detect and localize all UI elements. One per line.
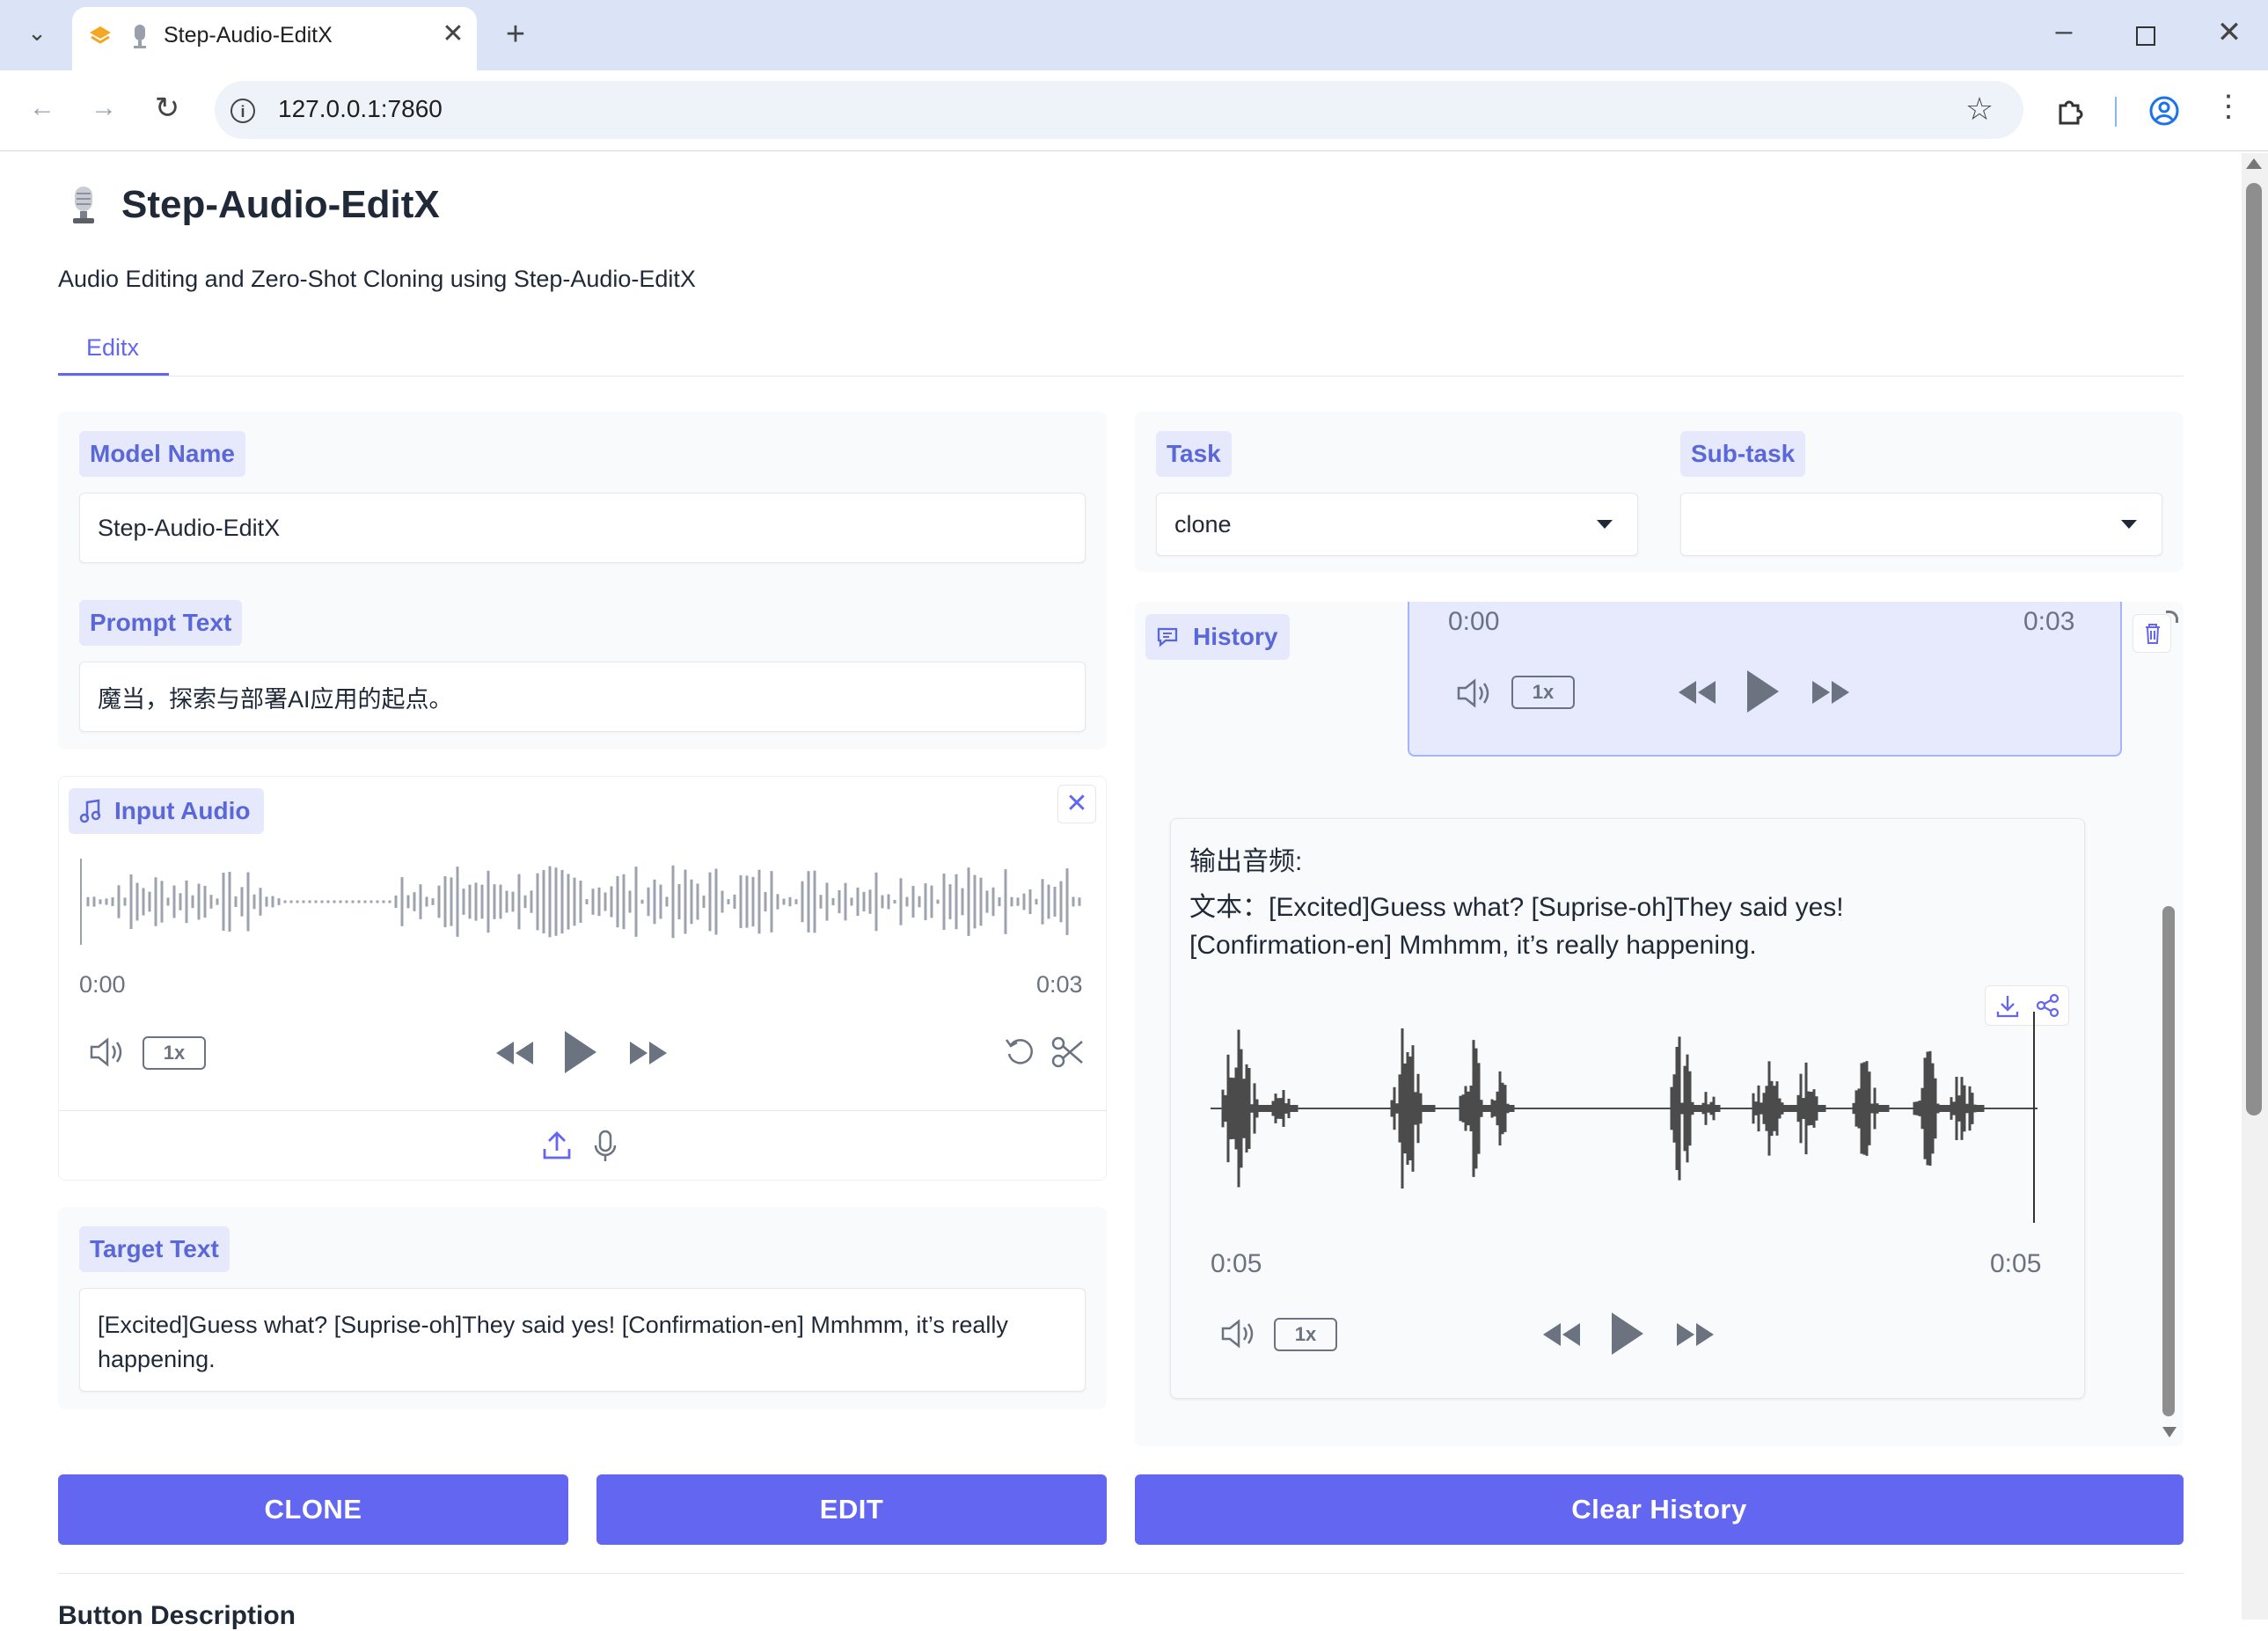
footer-divider bbox=[58, 1573, 2184, 1574]
input-time-end: 0:03 bbox=[1036, 971, 1083, 998]
history-prev-time-end: 0:03 bbox=[2023, 607, 2075, 636]
clone-button[interactable]: CLONE bbox=[58, 1474, 568, 1545]
output-volume-icon[interactable] bbox=[1219, 1316, 1258, 1351]
extensions-icon[interactable] bbox=[2055, 97, 2083, 125]
output-play-icon[interactable] bbox=[1608, 1309, 1647, 1358]
app-mic-icon bbox=[69, 185, 99, 225]
close-window-icon[interactable]: ✕ bbox=[2212, 18, 2247, 53]
clear-audio-button[interactable]: ✕ bbox=[1057, 785, 1096, 823]
forward-icon[interactable]: → bbox=[86, 95, 121, 130]
button-description-heading: Button Description bbox=[58, 1601, 296, 1630]
reload-icon[interactable]: ↻ bbox=[150, 93, 185, 128]
output-title: 输出音频: bbox=[1189, 847, 1303, 876]
page-scrollbar-thumb[interactable] bbox=[2246, 183, 2262, 1115]
clear-history-button[interactable]: Clear History bbox=[1135, 1474, 2184, 1545]
site-info-icon[interactable]: i bbox=[230, 99, 255, 123]
history-scroll-down-icon[interactable] bbox=[2162, 1427, 2177, 1437]
prompt-text-field[interactable]: 魔当，探索与部署AI应用的起点。 bbox=[79, 662, 1086, 732]
history-prev-play-icon[interactable] bbox=[1744, 667, 1782, 716]
url-text[interactable]: 127.0.0.1:7860 bbox=[278, 95, 443, 123]
tab-title: Step-Audio-EditX bbox=[164, 23, 333, 48]
subtask-dropdown[interactable] bbox=[1680, 493, 2162, 556]
rewind-icon[interactable] bbox=[494, 1038, 535, 1068]
history-prev-volume-icon[interactable] bbox=[1455, 676, 1494, 711]
task-label: Task bbox=[1156, 431, 1232, 477]
tab-mic-icon bbox=[130, 23, 150, 49]
target-text-value: [Excited]Guess what? [Suprise-oh]They sa… bbox=[98, 1312, 1008, 1372]
subtask-dropdown-arrow-icon bbox=[2121, 520, 2137, 529]
history-prev-fast-forward-icon[interactable] bbox=[1811, 677, 1851, 707]
undo-icon[interactable] bbox=[1003, 1035, 1038, 1070]
model-name-label: Model Name bbox=[79, 431, 245, 477]
task-selected-value: clone bbox=[1174, 510, 1232, 538]
history-prev-speed-button[interactable]: 1x bbox=[1511, 676, 1575, 709]
microphone-icon[interactable] bbox=[591, 1130, 619, 1163]
scroll-up-arrow-icon[interactable] bbox=[2246, 158, 2262, 169]
play-icon[interactable] bbox=[561, 1028, 600, 1077]
music-note-icon bbox=[79, 799, 102, 823]
task-dropdown[interactable]: clone bbox=[1156, 493, 1638, 556]
toolbar-divider bbox=[2115, 97, 2117, 127]
subtask-label: Sub-task bbox=[1680, 431, 1806, 477]
input-time-start: 0:00 bbox=[79, 971, 126, 998]
history-prev-rewind-icon[interactable] bbox=[1677, 677, 1717, 707]
input-audio-label: Input Audio bbox=[114, 797, 251, 824]
close-tab-icon[interactable]: ✕ bbox=[440, 21, 466, 48]
bookmark-star-icon[interactable]: ☆ bbox=[1962, 93, 1997, 128]
back-icon[interactable]: ← bbox=[25, 95, 60, 130]
output-text-line1: 文本：[Excited]Guess what? [Suprise-oh]They… bbox=[1189, 893, 1844, 922]
output-fast-forward-icon[interactable] bbox=[1675, 1320, 1716, 1349]
more-menu-icon[interactable]: ⋮ bbox=[2213, 91, 2243, 130]
target-text-field[interactable]: [Excited]Guess what? [Suprise-oh]They sa… bbox=[79, 1288, 1086, 1392]
model-name-field[interactable]: Step-Audio-EditX bbox=[79, 493, 1086, 563]
input-waveform bbox=[80, 859, 1081, 945]
fast-forward-icon[interactable] bbox=[628, 1038, 669, 1068]
maximize-icon[interactable] bbox=[2136, 26, 2155, 46]
input-audio-panel bbox=[58, 776, 1107, 1181]
chat-icon bbox=[1156, 626, 1179, 647]
audio-source-divider bbox=[58, 1110, 1107, 1111]
volume-icon[interactable] bbox=[88, 1035, 127, 1070]
output-time-start: 0:05 bbox=[1211, 1249, 1262, 1278]
output-time-end: 0:05 bbox=[1990, 1249, 2042, 1278]
output-waveform bbox=[1211, 1012, 2038, 1223]
tab-favicon-icon bbox=[88, 25, 113, 48]
tabs-divider bbox=[58, 376, 2184, 377]
history-scrollbar-thumb[interactable] bbox=[2162, 906, 2175, 1416]
tab-search-icon[interactable]: ⌄ bbox=[18, 21, 56, 53]
edit-button[interactable]: EDIT bbox=[596, 1474, 1107, 1545]
input-speed-button[interactable]: 1x bbox=[143, 1036, 206, 1070]
output-text-line2: [Confirmation-en] Mmhmm, it’s really hap… bbox=[1189, 931, 1757, 960]
target-text-label: Target Text bbox=[79, 1226, 230, 1272]
page-title: Step-Audio-EditX bbox=[121, 183, 440, 226]
scissors-icon[interactable] bbox=[1050, 1035, 1086, 1070]
address-bar[interactable] bbox=[215, 81, 2023, 139]
minimize-icon[interactable]: – bbox=[2046, 16, 2081, 51]
output-speed-button[interactable]: 1x bbox=[1274, 1318, 1337, 1351]
task-dropdown-arrow-icon bbox=[1597, 520, 1613, 529]
page-subtitle: Audio Editing and Zero-Shot Cloning usin… bbox=[58, 266, 696, 292]
profile-icon[interactable] bbox=[2148, 95, 2180, 127]
tab-editx[interactable]: Editx bbox=[86, 334, 139, 362]
history-prev-time-start: 0:00 bbox=[1448, 607, 1500, 636]
upload-icon[interactable] bbox=[542, 1130, 572, 1161]
prompt-text-label: Prompt Text bbox=[79, 600, 243, 646]
output-rewind-icon[interactable] bbox=[1541, 1320, 1582, 1349]
history-label: History bbox=[1193, 623, 1278, 650]
new-tab-icon[interactable]: + bbox=[498, 18, 533, 53]
